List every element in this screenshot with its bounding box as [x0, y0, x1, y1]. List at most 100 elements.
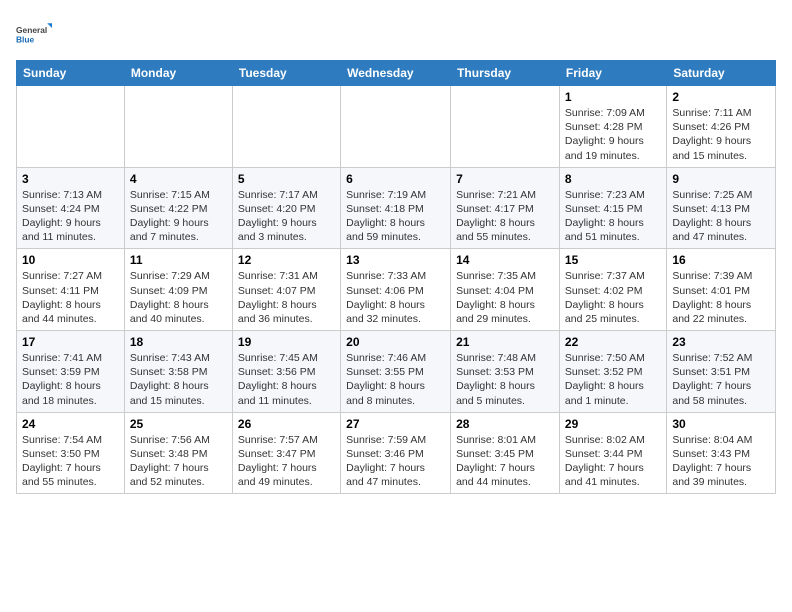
weekday-header-thursday: Thursday: [451, 61, 560, 86]
calendar-cell: 11 Sunrise: 7:29 AM Sunset: 4:09 PM Dayli…: [124, 249, 232, 331]
week-row-4: 17 Sunrise: 7:41 AM Sunset: 3:59 PM Dayli…: [17, 331, 776, 413]
calendar-cell: 29 Sunrise: 8:02 AM Sunset: 3:44 PM Dayli…: [559, 412, 666, 494]
day-number: 4: [130, 172, 227, 186]
day-info: Sunrise: 7:37 AM Sunset: 4:02 PM Dayligh…: [565, 269, 661, 326]
day-number: 6: [346, 172, 445, 186]
day-info: Sunrise: 7:19 AM Sunset: 4:18 PM Dayligh…: [346, 188, 445, 245]
day-number: 30: [672, 417, 770, 431]
day-number: 20: [346, 335, 445, 349]
calendar-cell: 4 Sunrise: 7:15 AM Sunset: 4:22 PM Daylig…: [124, 167, 232, 249]
day-info: Sunrise: 7:48 AM Sunset: 3:53 PM Dayligh…: [456, 351, 554, 408]
day-number: 15: [565, 253, 661, 267]
svg-text:General: General: [16, 25, 47, 35]
svg-text:Blue: Blue: [16, 34, 35, 44]
day-number: 11: [130, 253, 227, 267]
day-info: Sunrise: 7:21 AM Sunset: 4:17 PM Dayligh…: [456, 188, 554, 245]
calendar-cell: [17, 86, 125, 168]
calendar-cell: [124, 86, 232, 168]
calendar-cell: 24 Sunrise: 7:54 AM Sunset: 3:50 PM Dayli…: [17, 412, 125, 494]
day-number: 5: [238, 172, 335, 186]
day-number: 21: [456, 335, 554, 349]
day-number: 27: [346, 417, 445, 431]
day-number: 24: [22, 417, 119, 431]
calendar-cell: 22 Sunrise: 7:50 AM Sunset: 3:52 PM Dayli…: [559, 331, 666, 413]
day-info: Sunrise: 7:56 AM Sunset: 3:48 PM Dayligh…: [130, 433, 227, 490]
calendar-cell: 15 Sunrise: 7:37 AM Sunset: 4:02 PM Dayli…: [559, 249, 666, 331]
day-number: 7: [456, 172, 554, 186]
week-row-2: 3 Sunrise: 7:13 AM Sunset: 4:24 PM Daylig…: [17, 167, 776, 249]
day-info: Sunrise: 7:45 AM Sunset: 3:56 PM Dayligh…: [238, 351, 335, 408]
day-info: Sunrise: 7:11 AM Sunset: 4:26 PM Dayligh…: [672, 106, 770, 163]
day-info: Sunrise: 7:25 AM Sunset: 4:13 PM Dayligh…: [672, 188, 770, 245]
day-number: 23: [672, 335, 770, 349]
day-info: Sunrise: 7:13 AM Sunset: 4:24 PM Dayligh…: [22, 188, 119, 245]
logo: General Blue: [16, 16, 52, 52]
week-row-5: 24 Sunrise: 7:54 AM Sunset: 3:50 PM Dayli…: [17, 412, 776, 494]
calendar: SundayMondayTuesdayWednesdayThursdayFrid…: [16, 60, 776, 494]
calendar-cell: 6 Sunrise: 7:19 AM Sunset: 4:18 PM Daylig…: [341, 167, 451, 249]
day-info: Sunrise: 7:23 AM Sunset: 4:15 PM Dayligh…: [565, 188, 661, 245]
calendar-cell: 5Sunrise: 7:17 AM Sunset: 4:20 PM Daylig…: [232, 167, 340, 249]
day-number: 3: [22, 172, 119, 186]
calendar-cell: 3 Sunrise: 7:13 AM Sunset: 4:24 PM Daylig…: [17, 167, 125, 249]
day-info: Sunrise: 7:31 AM Sunset: 4:07 PM Dayligh…: [238, 269, 335, 326]
weekday-header-wednesday: Wednesday: [341, 61, 451, 86]
day-number: 28: [456, 417, 554, 431]
day-info: Sunrise: 7:41 AM Sunset: 3:59 PM Dayligh…: [22, 351, 119, 408]
day-number: 10: [22, 253, 119, 267]
day-number: 29: [565, 417, 661, 431]
calendar-cell: [451, 86, 560, 168]
day-number: 13: [346, 253, 445, 267]
calendar-cell: 9 Sunrise: 7:25 AM Sunset: 4:13 PM Daylig…: [667, 167, 776, 249]
day-info: Sunrise: 7:27 AM Sunset: 4:11 PM Dayligh…: [22, 269, 119, 326]
day-info: Sunrise: 7:15 AM Sunset: 4:22 PM Dayligh…: [130, 188, 227, 245]
day-info: Sunrise: 7:59 AM Sunset: 3:46 PM Dayligh…: [346, 433, 445, 490]
day-info: Sunrise: 7:52 AM Sunset: 3:51 PM Dayligh…: [672, 351, 770, 408]
calendar-cell: 23 Sunrise: 7:52 AM Sunset: 3:51 PM Dayli…: [667, 331, 776, 413]
calendar-cell: 16 Sunrise: 7:39 AM Sunset: 4:01 PM Dayli…: [667, 249, 776, 331]
weekday-header-tuesday: Tuesday: [232, 61, 340, 86]
weekday-header-row: SundayMondayTuesdayWednesdayThursdayFrid…: [17, 61, 776, 86]
calendar-cell: 21 Sunrise: 7:48 AM Sunset: 3:53 PM Dayli…: [451, 331, 560, 413]
calendar-cell: 2 Sunrise: 7:11 AM Sunset: 4:26 PM Daylig…: [667, 86, 776, 168]
day-number: 8: [565, 172, 661, 186]
calendar-cell: 30 Sunrise: 8:04 AM Sunset: 3:43 PM Dayli…: [667, 412, 776, 494]
day-number: 17: [22, 335, 119, 349]
day-info: Sunrise: 7:33 AM Sunset: 4:06 PM Dayligh…: [346, 269, 445, 326]
day-info: Sunrise: 7:46 AM Sunset: 3:55 PM Dayligh…: [346, 351, 445, 408]
day-info: Sunrise: 8:01 AM Sunset: 3:45 PM Dayligh…: [456, 433, 554, 490]
calendar-cell: 1 Sunrise: 7:09 AM Sunset: 4:28 PM Daylig…: [559, 86, 666, 168]
day-number: 14: [456, 253, 554, 267]
day-number: 2: [672, 90, 770, 104]
day-info: Sunrise: 8:04 AM Sunset: 3:43 PM Dayligh…: [672, 433, 770, 490]
calendar-cell: 7 Sunrise: 7:21 AM Sunset: 4:17 PM Daylig…: [451, 167, 560, 249]
calendar-cell: 14Sunrise: 7:35 AM Sunset: 4:04 PM Dayli…: [451, 249, 560, 331]
logo-svg: General Blue: [16, 16, 52, 52]
calendar-cell: 8 Sunrise: 7:23 AM Sunset: 4:15 PM Daylig…: [559, 167, 666, 249]
calendar-cell: 25 Sunrise: 7:56 AM Sunset: 3:48 PM Dayli…: [124, 412, 232, 494]
calendar-cell: 28 Sunrise: 8:01 AM Sunset: 3:45 PM Dayli…: [451, 412, 560, 494]
day-info: Sunrise: 8:02 AM Sunset: 3:44 PM Dayligh…: [565, 433, 661, 490]
day-info: Sunrise: 7:43 AM Sunset: 3:58 PM Dayligh…: [130, 351, 227, 408]
weekday-header-monday: Monday: [124, 61, 232, 86]
day-info: Sunrise: 7:54 AM Sunset: 3:50 PM Dayligh…: [22, 433, 119, 490]
day-info: Sunrise: 7:39 AM Sunset: 4:01 PM Dayligh…: [672, 269, 770, 326]
day-number: 16: [672, 253, 770, 267]
day-info: Sunrise: 7:29 AM Sunset: 4:09 PM Dayligh…: [130, 269, 227, 326]
day-number: 22: [565, 335, 661, 349]
day-info: Sunrise: 7:57 AM Sunset: 3:47 PM Dayligh…: [238, 433, 335, 490]
weekday-header-sunday: Sunday: [17, 61, 125, 86]
calendar-cell: 20 Sunrise: 7:46 AM Sunset: 3:55 PM Dayli…: [341, 331, 451, 413]
day-info: Sunrise: 7:09 AM Sunset: 4:28 PM Dayligh…: [565, 106, 661, 163]
calendar-cell: 27 Sunrise: 7:59 AM Sunset: 3:46 PM Dayli…: [341, 412, 451, 494]
weekday-header-friday: Friday: [559, 61, 666, 86]
day-number: 26: [238, 417, 335, 431]
day-number: 1: [565, 90, 661, 104]
day-number: 9: [672, 172, 770, 186]
day-number: 25: [130, 417, 227, 431]
weekday-header-saturday: Saturday: [667, 61, 776, 86]
calendar-cell: [341, 86, 451, 168]
calendar-cell: 10 Sunrise: 7:27 AM Sunset: 4:11 PM Dayli…: [17, 249, 125, 331]
day-info: Sunrise: 7:50 AM Sunset: 3:52 PM Dayligh…: [565, 351, 661, 408]
day-number: 18: [130, 335, 227, 349]
